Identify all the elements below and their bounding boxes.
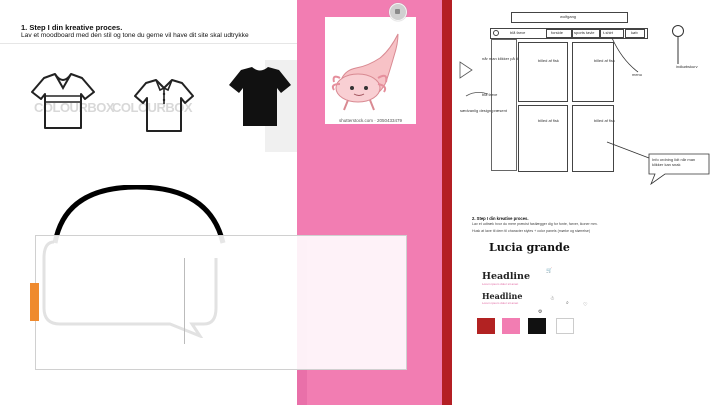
arrow-icons bbox=[459, 61, 488, 97]
cart-label: indkøbskurv bbox=[676, 64, 698, 69]
menu-label: menu bbox=[632, 72, 643, 77]
heart-icon: ♡ bbox=[583, 302, 588, 308]
step2-title: 2. Step I din kreative proces. bbox=[472, 216, 529, 221]
nav-item[interactable]: køb bbox=[631, 30, 638, 35]
headline-sample-2: Headline bbox=[482, 291, 523, 301]
headline-sub-2: Lorem ipsum dolor sit amet bbox=[482, 301, 519, 305]
swatch-white bbox=[556, 318, 574, 334]
cart-user-icon bbox=[672, 25, 684, 64]
step2-subtitle: Lav et udtræk hvor du mere præcist fastl… bbox=[472, 222, 598, 226]
photo-caption: shutterstock.com · 2050433479 bbox=[338, 118, 403, 123]
step1-subtitle: Lav et moodboard med den stil og tone du… bbox=[21, 32, 249, 39]
nav-item[interactable]: forside bbox=[551, 30, 563, 35]
divider bbox=[0, 43, 297, 44]
axolotl-illustration bbox=[331, 33, 399, 111]
text-cursor-line bbox=[184, 258, 185, 344]
black-tshirt-image bbox=[229, 67, 291, 126]
product-caption: billed af fisk bbox=[538, 58, 559, 63]
pushpin-center bbox=[395, 9, 400, 14]
chat-note-text: Info ordning lidt når man klikker kan sn… bbox=[652, 157, 696, 167]
gear-icon: ⚙ bbox=[538, 309, 543, 315]
menu-arrow-icon bbox=[611, 37, 639, 73]
headline-sub-1: Lorem ipsum dolor sit amet bbox=[482, 282, 519, 286]
nav-item[interactable]: t-shirt bbox=[603, 30, 613, 35]
cart-icon: 🛒 bbox=[546, 268, 553, 274]
product-caption: billed af fisk bbox=[594, 118, 615, 123]
polo-shirt-icon bbox=[134, 79, 194, 132]
search-icon: ⌕ bbox=[566, 300, 569, 306]
swatch-black bbox=[528, 318, 546, 334]
product-card[interactable] bbox=[572, 42, 614, 102]
product-card[interactable] bbox=[518, 42, 568, 102]
red-color-block bbox=[442, 0, 452, 405]
step1-title: 1. Step I din kreative proces. bbox=[21, 23, 123, 32]
step2-subtitle-2: Husk at lave til dem til character style… bbox=[472, 229, 591, 233]
vneck-shirt-icon bbox=[31, 73, 95, 129]
nav-dot-icon bbox=[493, 30, 499, 36]
swatch-pink bbox=[502, 318, 520, 334]
user-icon: ☃ bbox=[550, 296, 555, 302]
orange-accent-bar bbox=[30, 283, 39, 321]
product-card[interactable] bbox=[518, 105, 568, 172]
headline-sample-1: Headline bbox=[482, 271, 530, 282]
logo-text: wolfgang bbox=[560, 14, 577, 19]
font-name: Lucia grande bbox=[489, 241, 570, 254]
nav-item[interactable]: blå farve bbox=[510, 30, 525, 35]
swatch-red bbox=[477, 318, 495, 334]
product-caption: billed af fisk bbox=[538, 118, 559, 123]
speech-bubble-faint bbox=[42, 240, 218, 338]
nav-item[interactable]: sports tavle bbox=[574, 30, 594, 35]
